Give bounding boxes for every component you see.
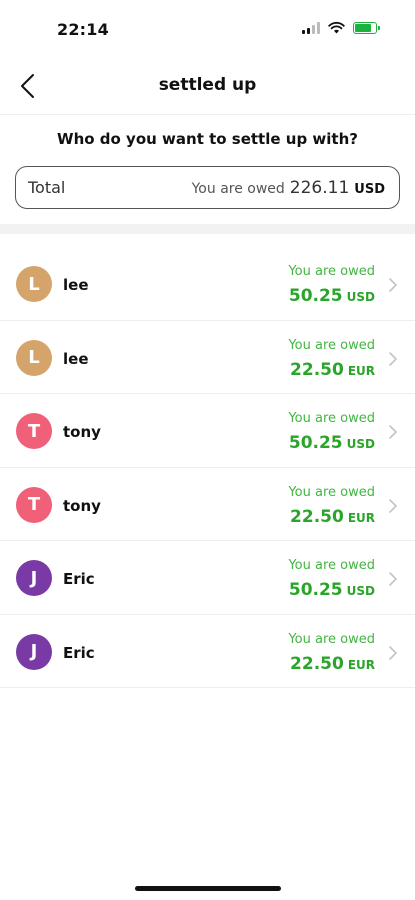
chevron-right-icon: [389, 572, 397, 586]
owed-currency: EUR: [347, 657, 375, 672]
owed-currency: USD: [346, 584, 375, 598]
wifi-icon: [328, 21, 345, 34]
balance-info: You are owed 22.50 EUR: [288, 632, 375, 675]
total-label: Total: [28, 178, 66, 197]
avatar: T: [16, 486, 52, 523]
owed-amount: 22.50: [290, 653, 344, 674]
avatar: L: [16, 266, 52, 302]
status-time: 22:14: [57, 20, 109, 39]
owed-amount: 50.25: [288, 286, 343, 306]
friend-name: lee: [63, 349, 89, 368]
friend-name: lee: [63, 276, 89, 294]
owed-text: You are owed: [288, 264, 375, 279]
friend-name: Eric: [63, 643, 95, 662]
battery-icon: [353, 21, 380, 34]
friend-row[interactable]: J Eric You are owed 22.50 EUR: [0, 615, 415, 688]
owed-amount: 50.25: [288, 433, 343, 453]
chevron-right-icon: [389, 278, 397, 292]
friend-name: tony: [63, 423, 101, 441]
balance-info: You are owed 50.25 USD: [288, 264, 375, 307]
chevron-right-icon: [389, 351, 397, 366]
owed-amount: 50.25: [288, 580, 343, 600]
owed-amount: 22.50: [290, 506, 344, 527]
owed-text: You are owed: [288, 411, 375, 426]
owed-currency: EUR: [347, 363, 375, 378]
total-amount: 226.11: [289, 177, 350, 198]
balance-info: You are owed 50.25 USD: [288, 411, 375, 454]
owed-amount: 22.50: [290, 359, 344, 380]
owed-currency: EUR: [347, 510, 375, 525]
owed-text: You are owed: [288, 631, 375, 647]
balance-info: You are owed 50.25 USD: [288, 558, 375, 601]
chevron-right-icon: [389, 645, 397, 660]
settle-prompt: Who do you want to settle up with?: [57, 130, 358, 148]
friend-row[interactable]: T tony You are owed 50.25 USD: [0, 394, 415, 468]
cellular-signal-icon: [302, 21, 320, 34]
owed-currency: USD: [346, 437, 375, 451]
friend-row[interactable]: L lee You are owed 50.25 USD: [0, 247, 415, 321]
avatar: L: [16, 339, 52, 376]
chevron-right-icon: [389, 425, 397, 439]
friend-name: Eric: [63, 570, 95, 588]
friend-row[interactable]: J Eric You are owed 50.25 USD: [0, 541, 415, 615]
total-owed-text: You are owed: [191, 180, 285, 197]
friend-row[interactable]: T tony You are owed 22.50 EUR: [0, 468, 415, 541]
page-title: settled up: [158, 75, 257, 95]
section-divider: [0, 224, 415, 234]
status-icons: [302, 21, 380, 34]
friend-row[interactable]: L lee You are owed 22.50 EUR: [0, 321, 415, 394]
avatar: T: [16, 413, 52, 449]
total-summary-box: Total You are owed 226.11 USD: [15, 166, 400, 209]
total-owed-summary: You are owed 226.11 USD: [192, 178, 385, 198]
balance-info: You are owed 22.50 EUR: [288, 338, 375, 381]
owed-text: You are owed: [288, 484, 375, 500]
friend-balance-list: L lee You are owed 50.25 USD L lee You ar…: [0, 247, 415, 688]
chevron-right-icon: [389, 498, 397, 513]
status-bar: 22:14: [0, 0, 415, 58]
owed-text: You are owed: [288, 558, 375, 573]
total-currency: USD: [354, 181, 385, 197]
balance-info: You are owed 22.50 EUR: [288, 485, 375, 528]
owed-text: You are owed: [288, 337, 375, 353]
avatar: J: [16, 560, 52, 596]
navigation-bar: settled up: [0, 58, 415, 115]
friend-name: tony: [63, 496, 101, 515]
avatar: J: [16, 633, 52, 670]
home-indicator[interactable]: [135, 886, 281, 891]
owed-currency: USD: [346, 290, 375, 304]
